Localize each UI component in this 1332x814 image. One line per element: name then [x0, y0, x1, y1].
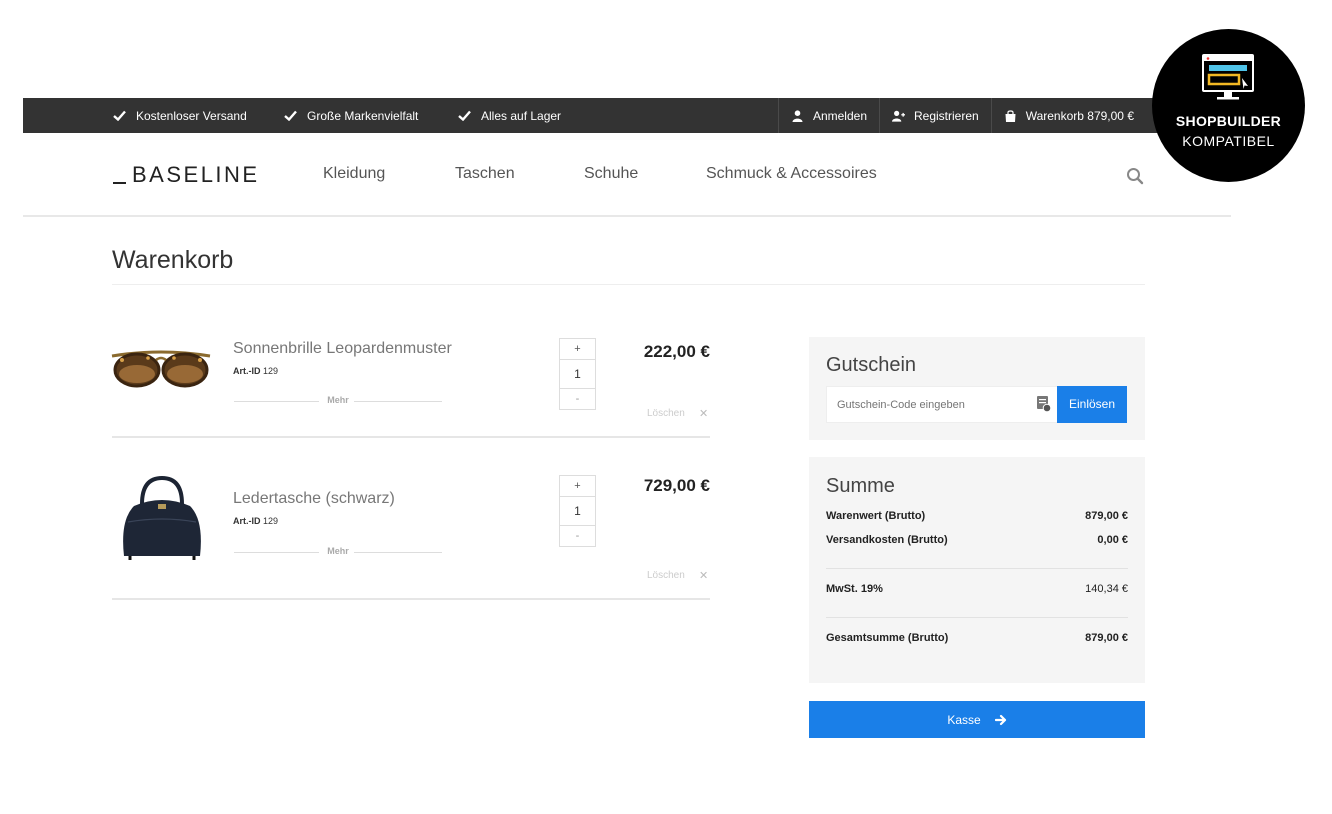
article-id-label: Art.-ID: [233, 366, 261, 376]
coupon-code-input[interactable]: [826, 386, 1057, 423]
product-image-handbag[interactable]: [118, 472, 206, 560]
delete-link[interactable]: Löschen ✕: [647, 408, 708, 420]
checkout-button[interactable]: Kasse: [809, 701, 1145, 738]
check-icon: [113, 110, 126, 121]
add-user-icon: [892, 110, 905, 122]
cart-label: Warenkorb 879,00 €: [1025, 108, 1134, 123]
qty-value[interactable]: 1: [559, 360, 596, 388]
account-links: Anmelden Registrieren Warenkorb 879,00 €: [777, 98, 1146, 133]
product-name[interactable]: Ledertasche (schwarz): [233, 490, 395, 508]
quantity-stepper: + 1 -: [559, 338, 596, 410]
badge-title: SHOPBUILDER: [1175, 113, 1282, 129]
page: Kostenloser Versand Große Markenvielfalt…: [0, 0, 1332, 814]
close-icon: ✕: [699, 570, 709, 582]
nav-item-taschen[interactable]: Taschen: [455, 165, 515, 183]
vat-label: MwSt. 19%: [826, 583, 883, 595]
usp-brands: Große Markenvielfalt: [284, 98, 418, 133]
more-toggle[interactable]: Mehr: [234, 546, 442, 558]
item-divider: [112, 598, 710, 600]
qty-decrease-button[interactable]: -: [559, 388, 596, 410]
browser-window-icon: [1202, 54, 1254, 100]
qty-value[interactable]: 1: [559, 497, 596, 525]
usp-in-stock: Alles auf Lager: [458, 98, 561, 133]
shopbuilder-badge: SHOPBUILDER KOMPATIBEL: [1152, 29, 1305, 182]
goods-value: 879,00 €: [1085, 510, 1128, 522]
shipping-label: Versandkosten (Brutto): [826, 534, 948, 546]
delete-link[interactable]: Löschen ✕: [647, 570, 708, 582]
shopping-bag-icon: [1005, 109, 1016, 122]
more-toggle[interactable]: Mehr: [234, 395, 442, 407]
delete-label: Löschen: [647, 408, 685, 419]
qty-decrease-button[interactable]: -: [559, 525, 596, 547]
close-icon: ✕: [699, 408, 709, 420]
usp-label: Kostenloser Versand: [136, 108, 247, 123]
total-value: 879,00 €: [1085, 632, 1128, 644]
logo-underscore: [113, 182, 126, 184]
login-link[interactable]: Anmelden: [777, 98, 879, 133]
badge-subtitle: KOMPATIBEL: [1182, 133, 1275, 149]
cart-item: Sonnenbrille Leopardenmuster Art.-ID 129…: [90, 316, 710, 440]
total-label: Gesamtsumme (Brutto): [826, 632, 949, 644]
usp-label: Große Markenvielfalt: [307, 108, 419, 123]
login-label: Anmelden: [812, 108, 867, 123]
cart-item: Ledertasche (schwarz) Art.-ID 129 Mehr +…: [90, 458, 710, 602]
product-name[interactable]: Sonnenbrille Leopardenmuster: [233, 340, 452, 358]
top-bar: Kostenloser Versand Große Markenvielfalt…: [23, 98, 1231, 133]
coupon-title: Gutschein: [826, 354, 917, 376]
article-id-label: Art.-ID: [233, 516, 261, 526]
summary-divider: [826, 568, 1128, 569]
redeem-button[interactable]: Einlösen: [1057, 386, 1127, 423]
quantity-stepper: + 1 -: [559, 475, 596, 547]
product-image-sunglasses[interactable]: [108, 346, 214, 392]
article-id: Art.-ID 129: [233, 366, 278, 376]
check-icon: [284, 110, 297, 121]
nav-item-kleidung[interactable]: Kleidung: [323, 165, 385, 183]
site-header: BASELINE Kleidung Taschen Schuhe Schmuck…: [23, 133, 1231, 217]
nav-item-schmuck[interactable]: Schmuck & Accessoires: [706, 165, 877, 183]
summary-divider: [826, 617, 1128, 618]
register-label: Registrieren: [914, 108, 979, 123]
qty-increase-button[interactable]: +: [559, 338, 596, 360]
usp-label: Alles auf Lager: [481, 108, 562, 123]
page-title: Warenkorb: [112, 246, 234, 274]
delete-label: Löschen: [647, 570, 685, 581]
goods-value-label: Warenwert (Brutto): [826, 510, 926, 522]
coupon-box: Gutschein Einlösen: [809, 337, 1145, 440]
arrow-right-icon: [994, 714, 1006, 725]
shipping-value: 0,00 €: [1097, 534, 1128, 546]
title-divider: [112, 284, 1145, 285]
user-icon: [792, 109, 803, 122]
register-link[interactable]: Registrieren: [879, 98, 991, 133]
nav-item-schuhe[interactable]: Schuhe: [584, 165, 638, 183]
vat-value: 140,34 €: [1085, 583, 1128, 595]
check-icon: [458, 110, 471, 121]
article-id: Art.-ID 129: [233, 516, 278, 526]
search-icon[interactable]: [1126, 167, 1144, 185]
cart-link[interactable]: Warenkorb 879,00 €: [990, 98, 1146, 133]
item-price: 222,00 €: [643, 342, 710, 361]
item-price: 729,00 €: [643, 476, 710, 495]
article-id-value: 129: [263, 366, 279, 376]
more-label: Mehr: [327, 546, 349, 556]
article-id-value: 129: [263, 516, 279, 526]
summary-title: Summe: [826, 475, 895, 497]
voucher-icon: [1037, 396, 1051, 412]
logo[interactable]: BASELINE: [113, 162, 260, 188]
checkout-label: Kasse: [947, 712, 981, 727]
order-summary: Summe Warenwert (Brutto) 879,00 € Versan…: [809, 457, 1145, 683]
usp-free-shipping: Kostenloser Versand: [113, 98, 247, 133]
logo-text: BASELINE: [132, 162, 260, 187]
item-divider: [112, 436, 710, 438]
qty-increase-button[interactable]: +: [559, 475, 596, 497]
more-label: Mehr: [327, 395, 349, 405]
